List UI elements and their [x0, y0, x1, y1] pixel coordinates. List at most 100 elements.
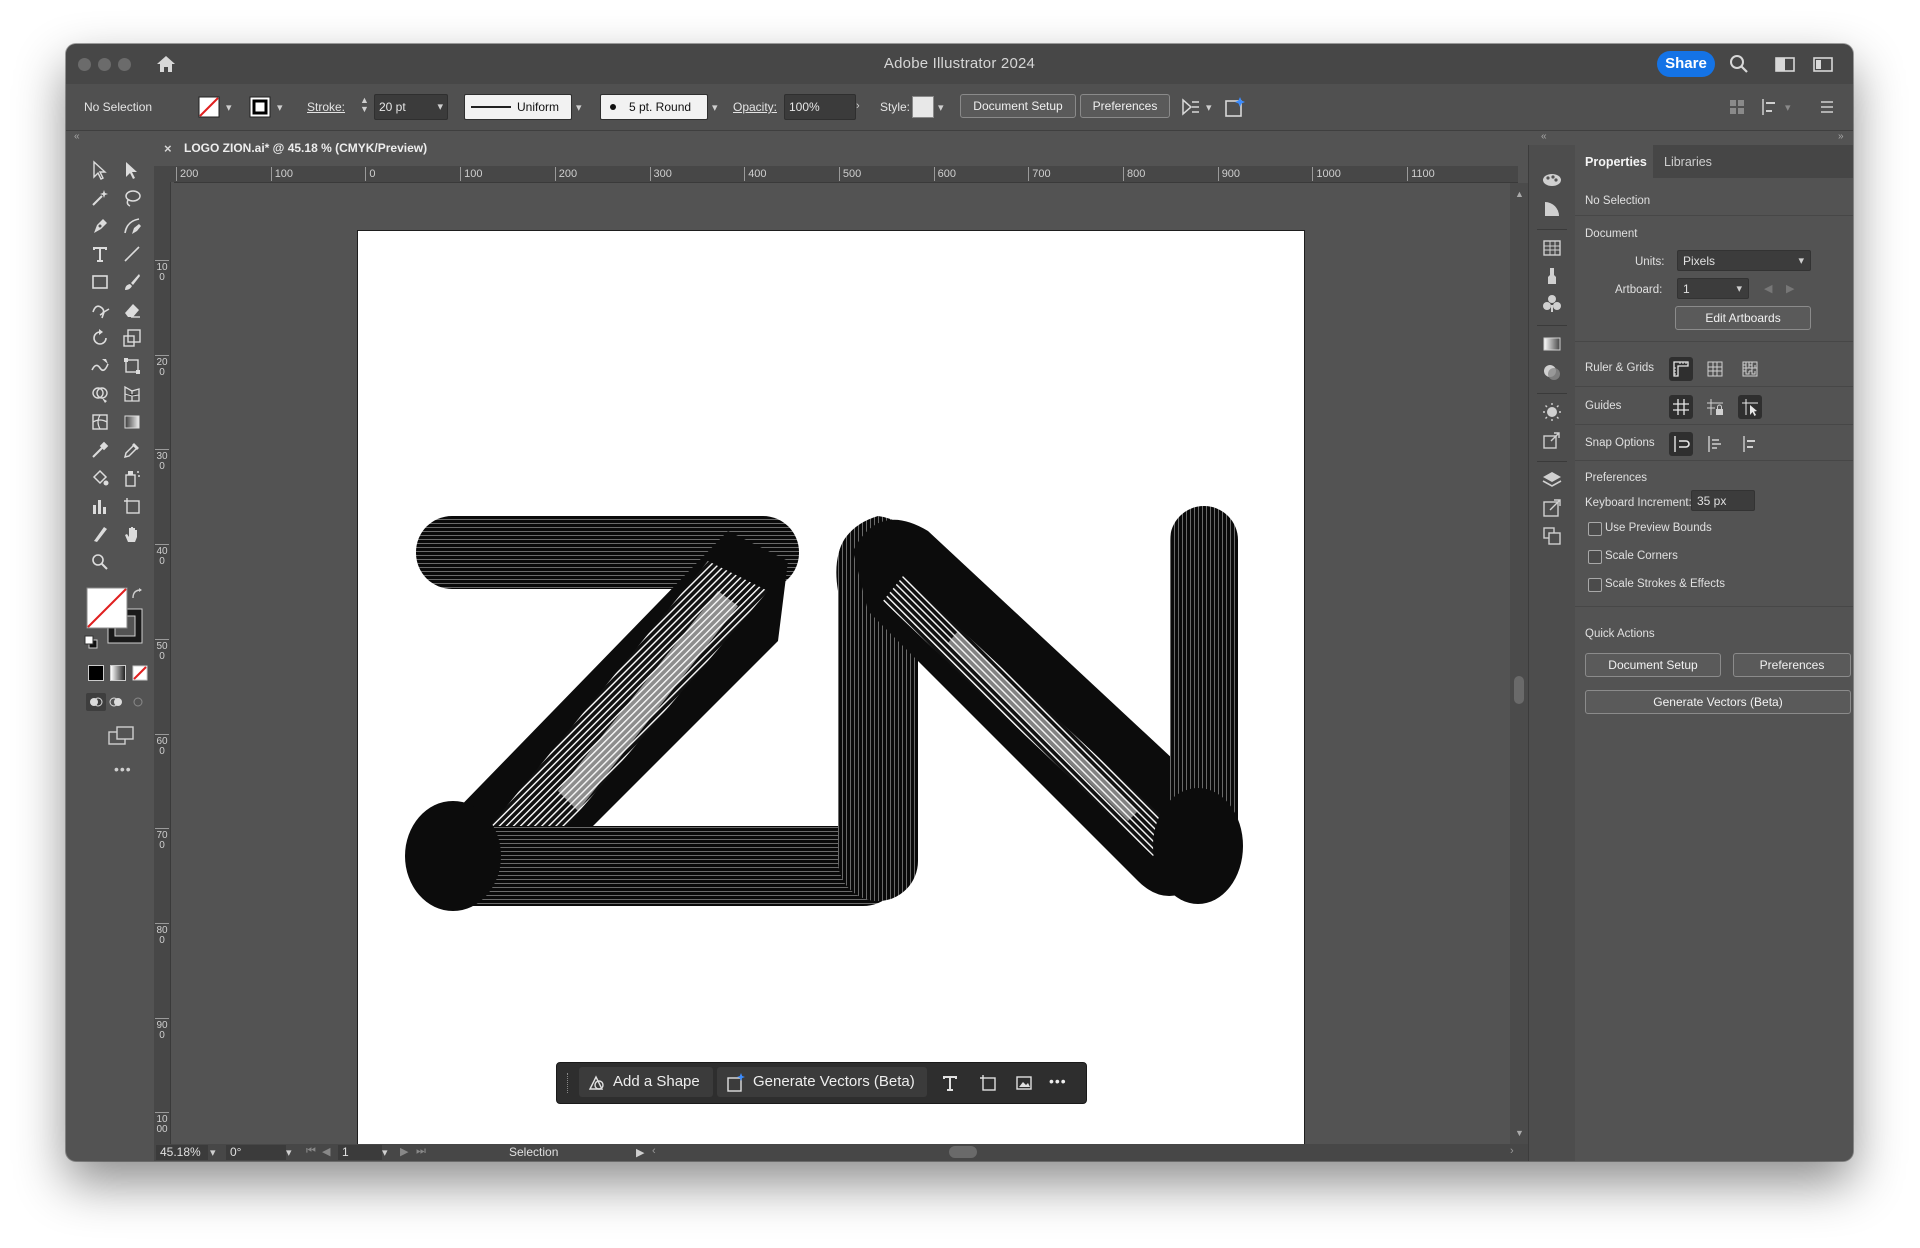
type-icon[interactable] — [940, 1073, 960, 1093]
layers-icon[interactable] — [1541, 469, 1563, 491]
status-menu-arrow-icon[interactable]: ▶ — [636, 1146, 644, 1159]
vertical-scrollbar[interactable]: ▲ ▼ — [1510, 183, 1528, 1144]
hand-tool-icon[interactable] — [118, 521, 146, 547]
vertical-scroll-thumb[interactable] — [1514, 676, 1524, 704]
artboard[interactable] — [357, 230, 1305, 1144]
snap-to-pixel-icon[interactable] — [1703, 432, 1727, 456]
free-transform-tool-icon[interactable] — [118, 353, 146, 379]
control-bar-menu-icon[interactable] — [1818, 98, 1836, 116]
graphic-style-swatch[interactable] — [912, 96, 934, 118]
quick-document-setup-button[interactable]: Document Setup — [1585, 653, 1721, 677]
grid-toggle-icon[interactable] — [1703, 357, 1727, 381]
pen-tool-icon[interactable] — [86, 213, 114, 239]
letter-n[interactable] — [838, 506, 1243, 904]
zoom-chevron-icon[interactable]: ▾ — [210, 1146, 216, 1159]
document-setup-button[interactable]: Document Setup — [960, 94, 1076, 118]
add-a-shape-button[interactable]: Add a Shape — [579, 1067, 713, 1097]
keyboard-increment-field[interactable]: 35 px — [1691, 490, 1755, 511]
generative-ai-icon[interactable] — [1223, 95, 1247, 119]
scroll-left-icon[interactable]: ‹ — [652, 1145, 656, 1157]
snap-to-glyph-icon[interactable] — [1738, 432, 1762, 456]
shaper-tool-icon[interactable] — [86, 297, 114, 323]
swatches-icon[interactable] — [1541, 237, 1563, 259]
snap-chevron-icon[interactable]: ▾ — [1785, 101, 1791, 114]
gradient-tool-icon[interactable] — [118, 409, 146, 435]
use-preview-bounds-checkbox[interactable] — [1588, 522, 1602, 536]
ruler-toggle-icon[interactable] — [1669, 357, 1693, 381]
artboard-chevron-icon[interactable]: ▾ — [382, 1146, 388, 1159]
zn-logo-artwork[interactable] — [358, 231, 1304, 1144]
taskbar-more-icon[interactable]: ••• — [1049, 1073, 1067, 1089]
rotation-field[interactable]: 0° — [226, 1145, 286, 1160]
canvas[interactable] — [171, 183, 1510, 1144]
live-paint-bucket-tool-icon[interactable] — [86, 465, 114, 491]
zoom-level-field[interactable]: 45.18% — [156, 1145, 208, 1160]
snap-options-bar-icon[interactable] — [1760, 97, 1780, 117]
stroke-label[interactable]: Stroke: — [307, 100, 345, 114]
vertical-ruler[interactable]: 100 200 300 400 500 600 700 800 900 1000 — [154, 182, 171, 1144]
opacity-label[interactable]: Opacity: — [733, 100, 777, 114]
panel-layout-icon[interactable] — [1812, 53, 1834, 75]
artboards-panel-icon[interactable] — [1541, 525, 1563, 547]
symbol-sprayer-tool-icon[interactable] — [118, 465, 146, 491]
none-mode-icon[interactable] — [132, 665, 148, 681]
line-segment-tool-icon[interactable] — [118, 241, 146, 267]
last-artboard-icon[interactable]: ⏭ — [416, 1145, 426, 1158]
profile-chevron-icon[interactable]: ▾ — [576, 101, 582, 114]
style-chevron-icon[interactable]: ▾ — [938, 101, 944, 114]
brush-chevron-icon[interactable]: ▾ — [712, 101, 718, 114]
transparency-icon[interactable] — [1541, 361, 1563, 383]
scale-tool-icon[interactable] — [118, 325, 146, 351]
asset-export-icon[interactable] — [1541, 429, 1563, 451]
taskbar-drag-handle[interactable] — [567, 1073, 571, 1093]
selection-tool-icon[interactable] — [86, 157, 114, 183]
brushes-icon[interactable] — [1541, 265, 1563, 287]
appearance-icon[interactable] — [1541, 401, 1563, 423]
tab-properties[interactable]: Properties — [1585, 155, 1647, 169]
previous-artboard-panel-icon[interactable]: ◀ — [1764, 282, 1772, 295]
shape-builder-tool-icon[interactable] — [86, 381, 114, 407]
stroke-swatch-icon[interactable] — [249, 96, 271, 118]
artboard-icon[interactable] — [978, 1073, 998, 1093]
artboard-number-field[interactable]: 1 — [338, 1145, 382, 1160]
stroke-weight-chevron-icon[interactable]: ▾ — [437, 100, 443, 113]
align-chevron-icon[interactable]: ▾ — [1206, 101, 1212, 114]
opacity-arrow-icon[interactable]: › — [856, 100, 860, 112]
color-guide-icon[interactable] — [1541, 169, 1563, 191]
symbols-icon[interactable] — [1541, 293, 1563, 315]
default-fill-stroke-icon[interactable] — [84, 635, 98, 649]
direct-selection-tool-icon[interactable] — [118, 157, 146, 183]
panel-collapse-icon[interactable]: » — [1838, 131, 1844, 145]
magic-wand-tool-icon[interactable] — [86, 185, 114, 211]
quick-preferences-button[interactable]: Preferences — [1733, 653, 1851, 677]
scale-corners-checkbox[interactable] — [1588, 550, 1602, 564]
document-tab[interactable]: × LOGO ZION.ai* @ 45.18 % (CMYK/Preview) — [154, 131, 451, 165]
quick-generate-vectors-button[interactable]: Generate Vectors (Beta) — [1585, 690, 1851, 714]
strip-collapse-icon[interactable]: « — [1541, 131, 1547, 145]
stroke-weight-field[interactable]: 20 pt ▾ — [374, 94, 448, 120]
horizontal-ruler[interactable]: 200 100 0 100 200 300 400 500 600 700 800 900 1000 11… — [174, 166, 1518, 183]
generate-vectors-button[interactable]: Generate Vectors (Beta) — [717, 1067, 927, 1097]
curvature-tool-icon[interactable] — [118, 213, 146, 239]
horizontal-scroll-thumb[interactable] — [949, 1146, 977, 1158]
artboard-tool-icon[interactable] — [118, 493, 146, 519]
zoom-tool-icon[interactable] — [86, 549, 114, 575]
screen-mode-icon[interactable] — [107, 725, 135, 747]
lasso-tool-icon[interactable] — [118, 185, 146, 211]
color-mode-button[interactable] — [88, 665, 104, 681]
next-artboard-icon[interactable]: ▶ — [400, 1145, 408, 1158]
variable-width-profile[interactable]: Uniform — [464, 94, 572, 120]
gradient-panel-icon[interactable] — [1541, 333, 1563, 355]
guides-toggle-icon[interactable] — [1669, 395, 1693, 419]
eyedropper-tool-icon[interactable] — [118, 437, 146, 463]
edit-toolbar-icon[interactable]: ••• — [114, 761, 132, 777]
fill-dropdown-chevron-icon[interactable]: ▾ — [226, 101, 232, 114]
smart-guides-icon[interactable] — [1738, 395, 1762, 419]
scroll-down-icon[interactable]: ▼ — [1515, 1128, 1524, 1138]
snap-to-point-icon[interactable] — [1669, 432, 1693, 456]
artboard-select[interactable]: 1 ▾ — [1677, 278, 1749, 299]
close-document-icon[interactable]: × — [164, 141, 172, 156]
share-button[interactable]: Share — [1657, 51, 1715, 77]
stroke-dropdown-chevron-icon[interactable]: ▾ — [277, 101, 283, 114]
ruler-origin[interactable] — [154, 166, 174, 182]
